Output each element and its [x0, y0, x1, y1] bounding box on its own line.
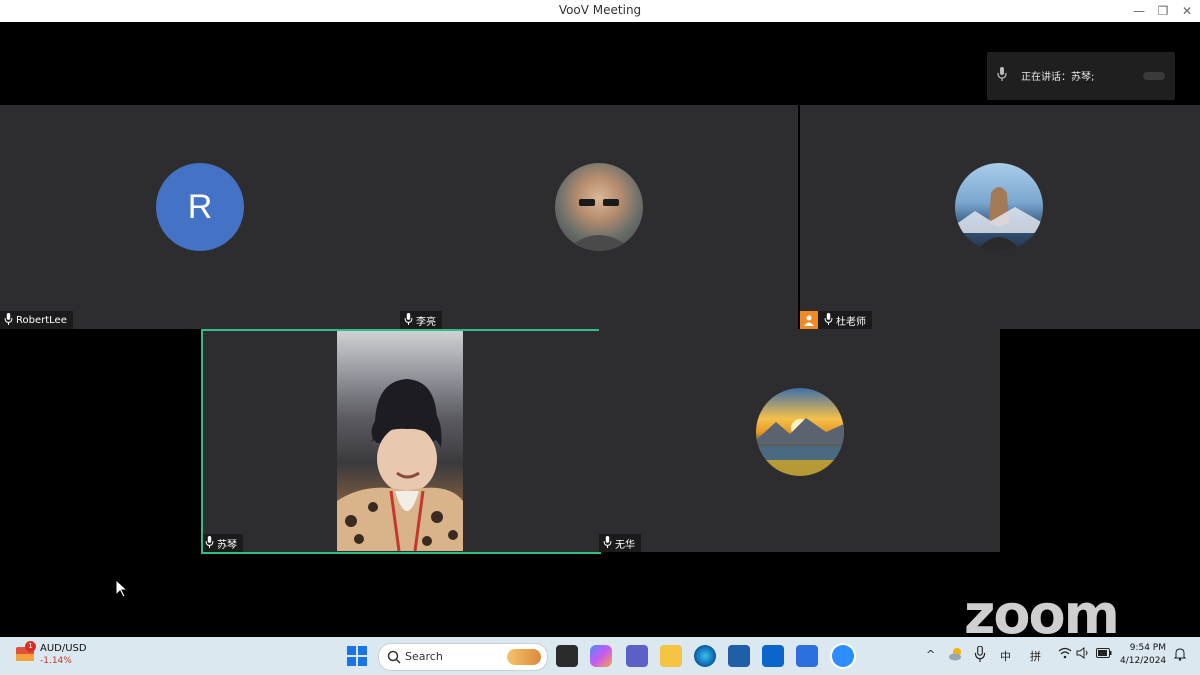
teams-icon[interactable] — [626, 645, 648, 667]
taskbar-search-box[interactable]: Search — [378, 643, 548, 671]
stock-change: -1.14% — [40, 656, 72, 666]
title-bar: VooV Meeting — ❐ ✕ — [0, 0, 1200, 22]
windows-taskbar: 1 AUD/USD -1.14% Search ^ 中 拼 9:54 PM 4/… — [0, 637, 1200, 675]
file-explorer-icon[interactable] — [660, 645, 682, 667]
ime-language-indicator[interactable]: 中 — [1000, 648, 1011, 664]
outlook-icon[interactable] — [762, 645, 784, 667]
participant-name: 杜老师 — [836, 316, 866, 328]
participant-label: RobertLee — [0, 311, 73, 329]
edge-browser-icon[interactable] — [694, 645, 716, 667]
battery-icon[interactable] — [1096, 648, 1112, 661]
avatar — [756, 388, 844, 476]
participant-tile-dulaoshi[interactable]: 杜老师 — [800, 105, 1200, 329]
mic-icon — [603, 535, 612, 551]
photos-icon[interactable] — [796, 645, 818, 667]
avatar — [955, 163, 1043, 251]
minimize-button[interactable]: — — [1128, 2, 1150, 20]
weather-icon[interactable] — [948, 646, 964, 665]
wifi-icon[interactable] — [1058, 647, 1072, 662]
search-icon — [387, 649, 401, 668]
participant-tile-robertlee[interactable]: R RobertLee — [0, 105, 400, 329]
windows-start-icon[interactable] — [346, 645, 368, 667]
system-clock[interactable]: 9:54 PM 4/12/2024 — [1120, 642, 1166, 668]
task-view-icon[interactable] — [556, 645, 578, 667]
participant-name: RobertLee — [16, 314, 67, 326]
notification-badge: 1 — [25, 641, 36, 652]
mouse-cursor-icon — [115, 578, 129, 602]
participant-name: 无华 — [615, 539, 635, 551]
participant-label: 李亮 — [400, 311, 442, 329]
close-button[interactable]: ✕ — [1176, 2, 1198, 20]
participant-video — [337, 331, 463, 552]
stock-symbol: AUD/USD — [40, 643, 87, 654]
copilot-icon[interactable] — [590, 645, 612, 667]
speaking-text: 正在讲话：苏琴; — [1021, 72, 1095, 83]
clock-date: 4/12/2024 — [1120, 656, 1167, 666]
mic-icon — [404, 312, 413, 328]
restore-button[interactable]: ❐ — [1152, 2, 1174, 20]
chevron-up-icon[interactable]: ^ — [926, 648, 935, 661]
zoom-app-icon[interactable] — [832, 645, 854, 667]
search-highlight-icon — [507, 649, 541, 665]
clock-time: 9:54 PM — [1129, 643, 1166, 653]
speaking-dots — [1143, 72, 1165, 80]
mic-icon — [205, 535, 214, 551]
mic-icon — [824, 312, 833, 328]
host-icon — [800, 311, 818, 329]
avatar — [555, 163, 643, 251]
participant-label: 杜老师 — [800, 311, 872, 329]
participant-name: 李亮 — [416, 316, 436, 328]
mic-icon — [4, 312, 13, 328]
stock-widget[interactable]: 1 AUD/USD -1.14% — [14, 641, 87, 669]
participant-label: 苏琴 — [201, 534, 243, 552]
speaking-indicator: 正在讲话：苏琴; — [987, 52, 1175, 100]
window-title: VooV Meeting — [558, 3, 642, 17]
participant-name: 苏琴 — [217, 539, 237, 551]
volume-icon[interactable] — [1076, 647, 1090, 662]
participant-tile-liliang[interactable]: 李亮 — [400, 105, 798, 329]
participant-tile-wuhua[interactable]: 无华 — [599, 329, 1000, 552]
avatar: R — [156, 163, 244, 251]
store-icon[interactable] — [728, 645, 750, 667]
ime-mode-indicator[interactable]: 拼 — [1030, 648, 1041, 664]
notification-bell-icon[interactable] — [1173, 647, 1187, 664]
zoom-watermark-logo: zoom — [964, 583, 1120, 646]
participant-label: 无华 — [599, 534, 641, 552]
microphone-icon[interactable] — [974, 645, 986, 665]
search-placeholder: Search — [405, 650, 443, 663]
mic-icon — [997, 66, 1007, 85]
